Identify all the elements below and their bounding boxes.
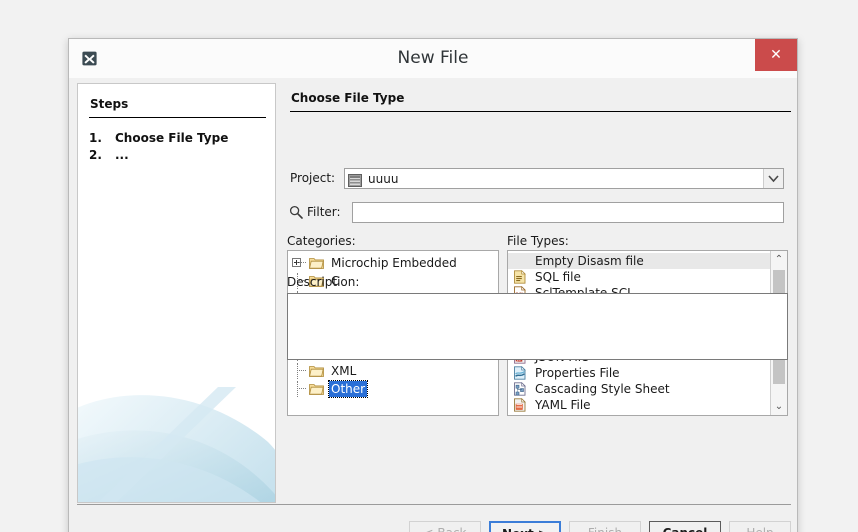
next-button[interactable]: Next > [489, 521, 561, 532]
properties-file-icon [513, 365, 527, 380]
tree-connector [297, 388, 306, 390]
categories-label: Categories: [287, 234, 356, 248]
screen: New File ✕ Steps 1. Choose File Type 2. … [0, 0, 858, 532]
file-type-row[interactable]: Properties File [508, 365, 770, 381]
steps-panel: Steps 1. Choose File Type 2. ... [77, 83, 276, 503]
step-label: Choose File Type [115, 131, 229, 145]
file-type-label: YAML File [535, 398, 591, 412]
category-label: Microchip Embedded [331, 256, 457, 270]
project-label: Project: [290, 171, 336, 185]
dialog-body: Steps 1. Choose File Type 2. ... Choose … [77, 78, 791, 504]
folder-icon [309, 256, 324, 269]
search-icon [289, 204, 303, 219]
steps-divider [89, 117, 266, 118]
file-type-row[interactable]: Cascading Style Sheet [508, 381, 770, 397]
choose-file-type-panel: Choose File Type Project: uuuu Filter: C… [284, 83, 791, 503]
close-button[interactable]: ✕ [755, 39, 797, 71]
blank-file-icon [513, 254, 527, 268]
section-title: Choose File Type [291, 91, 405, 105]
css-file-icon [513, 381, 527, 396]
filter-label: Filter: [307, 205, 341, 219]
project-value: uuuu [368, 172, 399, 186]
file-type-label: Empty Disasm file [535, 254, 644, 268]
category-label: XML [331, 364, 357, 378]
description-label: Description: [287, 275, 360, 289]
category-row[interactable]: Other [288, 380, 498, 398]
folder-icon [309, 364, 324, 377]
scroll-up-icon[interactable]: ⌃ [771, 251, 787, 268]
cancel-button[interactable]: Cancel [649, 521, 721, 532]
step-number: 2. [89, 148, 102, 162]
steps-heading: Steps [90, 97, 129, 111]
back-button[interactable]: < Back [409, 521, 481, 532]
category-row[interactable]: Microchip Embedded [288, 255, 498, 271]
new-file-dialog: New File ✕ Steps 1. Choose File Type 2. … [68, 38, 798, 532]
file-type-label: Properties File [535, 366, 620, 380]
window-title: New File [397, 48, 469, 68]
project-combobox[interactable]: uuuu [344, 168, 784, 189]
title-bar: New File ✕ [69, 39, 797, 78]
footer-divider [77, 504, 791, 505]
filter-input[interactable] [352, 202, 784, 223]
category-row[interactable]: XML [288, 363, 498, 379]
yaml-file-icon [513, 397, 527, 412]
step-label: ... [115, 148, 129, 162]
section-divider [290, 111, 791, 112]
file-type-label: SQL file [535, 270, 581, 284]
tree-connector [297, 262, 306, 264]
project-icon [348, 172, 362, 187]
file-type-row[interactable]: SQL file [508, 269, 770, 285]
file-type-row[interactable]: YAML File [508, 397, 770, 413]
decorative-swoosh-graphic [78, 372, 275, 502]
tree-connector [297, 370, 306, 372]
file-types-label: File Types: [507, 234, 569, 248]
step-number: 1. [89, 131, 102, 145]
file-type-row[interactable]: Empty Disasm file [508, 253, 770, 269]
category-label: Other [327, 380, 369, 398]
folder-icon [309, 382, 324, 395]
chevron-down-icon[interactable] [763, 169, 783, 188]
sql-file-icon [513, 269, 527, 284]
scroll-down-icon[interactable]: ⌄ [771, 398, 787, 415]
file-type-label: Cascading Style Sheet [535, 382, 670, 396]
description-box [287, 293, 788, 360]
finish-button[interactable]: Finish [569, 521, 641, 532]
help-button[interactable]: Help [729, 521, 791, 532]
